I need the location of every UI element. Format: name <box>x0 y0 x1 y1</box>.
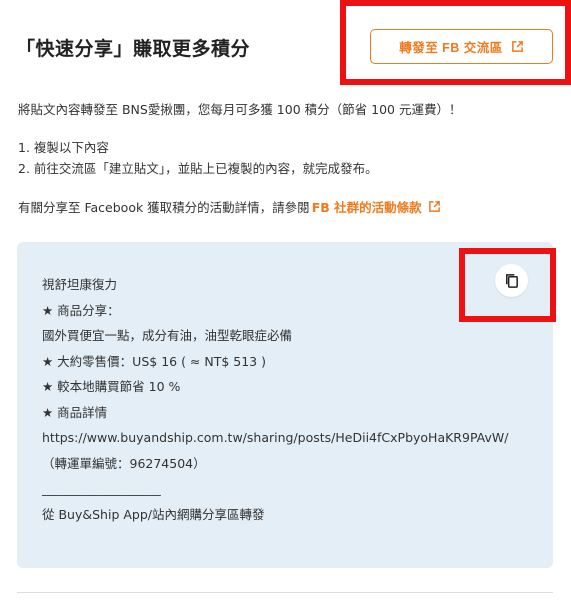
divider <box>17 592 553 593</box>
highlight-box-copy <box>459 248 556 322</box>
terms-text-label: 有關分享至 Facebook 獲取積分的活動詳情，請參閱 <box>18 200 310 215</box>
fb-terms-link-label: FB 社群的活動條款 <box>311 200 422 215</box>
product-name: 視舒坦康復力 <box>42 277 118 292</box>
fb-terms-link[interactable]: FB 社群的活動條款 <box>312 197 441 216</box>
product-share-heading: ★ 商品分享： <box>42 302 120 318</box>
retail-price: ★ 大約零售價：US$ 16 ( ≈ NT$ 513 ) <box>42 353 266 369</box>
external-link-icon <box>511 40 524 53</box>
product-share-desc: 國外買便宜一點，成分有油，油型乾眼症必備 <box>42 328 293 343</box>
page-title: 「快速分享」賺取更多積分 <box>16 38 251 60</box>
product-details-heading: ★ 商品詳情 <box>42 404 108 420</box>
intro-text: 將貼文內容轉發至 BNS愛揪團，您每月可多獲 100 積分（節省 100 元運費… <box>18 102 462 117</box>
content-divider: ___________________ <box>42 481 161 496</box>
terms-text: 有關分享至 Facebook 獲取積分的活動詳情，請參閱 FB 社群的活動條款 <box>18 197 441 216</box>
share-to-fb-button[interactable]: 轉發至 FB 交流區 <box>370 29 553 64</box>
share-source: 從 Buy&Ship App/站內網購分享區轉發 <box>42 506 265 522</box>
external-link-icon <box>428 200 441 213</box>
order-number: （轉運單編號：96274504） <box>42 455 206 471</box>
share-button-label: 轉發至 FB 交流區 <box>399 41 503 55</box>
savings: ★ 較本地購買節省 10 % <box>42 379 181 394</box>
step-item: 2. 前往交流區「建立貼文」，並貼上已複製的內容，就完成發布。 <box>18 161 378 176</box>
product-url: https://www.buyandship.com.tw/sharing/po… <box>42 430 509 445</box>
share-content-text: 視舒坦康復力 ★ 商品分享： 國外買便宜一點，成分有油，油型乾眼症必備 ★ 大約… <box>42 272 522 527</box>
step-item: 1. 複製以下內容 <box>18 140 109 155</box>
steps-list: 1. 複製以下內容 2. 前往交流區「建立貼文」，並貼上已複製的內容，就完成發布… <box>18 137 378 179</box>
